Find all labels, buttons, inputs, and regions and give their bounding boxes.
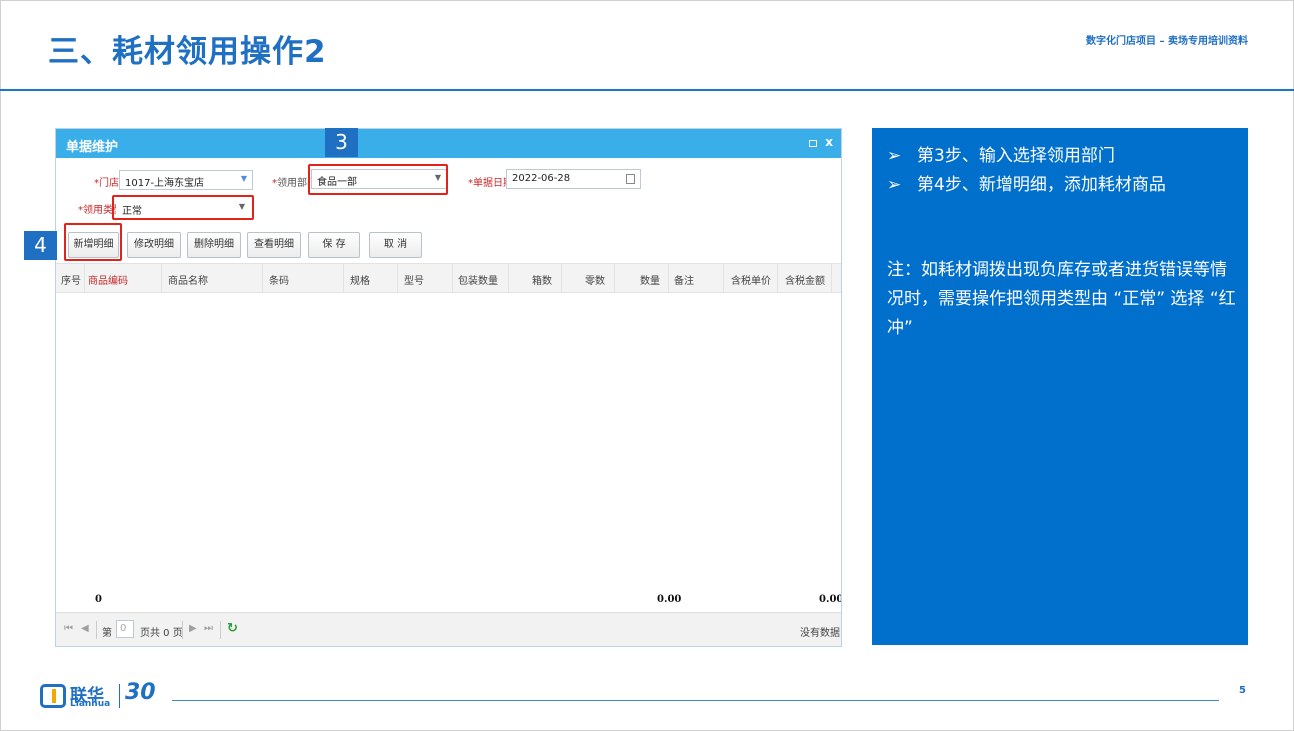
logo-en-text: Lianhua <box>70 699 111 709</box>
column-remark[interactable]: 备注 <box>674 272 694 287</box>
close-icon[interactable]: x <box>825 135 833 149</box>
slide-title: 三、耗材领用操作2 <box>48 34 327 70</box>
type-highlight <box>112 195 254 220</box>
anniversary-mark: 30 <box>125 680 156 705</box>
instruction-step-4: ➢ 第4步、新增明细，添加耗材商品 <box>887 170 1166 195</box>
slide-subtitle: 数字化门店项目 – 卖场专用培训资料 <box>1086 36 1248 47</box>
column-amount[interactable]: 含税金额 <box>785 272 825 287</box>
title-divider <box>0 89 1294 91</box>
store-select-value: 1017-上海东宝店 <box>125 178 205 189</box>
page-number-input[interactable]: 0 <box>116 620 134 638</box>
column-divider <box>343 264 344 292</box>
pager-divider <box>220 621 221 639</box>
column-divider <box>262 264 263 292</box>
first-page-icon[interactable]: ⏮ <box>64 623 73 634</box>
column-divider <box>397 264 398 292</box>
save-button[interactable]: 保 存 <box>308 232 360 258</box>
date-field-value: 2022-06-28 <box>512 173 571 184</box>
column-unit-price[interactable]: 含税单价 <box>731 272 771 287</box>
instruction-step-3-text: 第3步、输入选择领用部门 <box>917 146 1115 166</box>
column-divider <box>452 264 453 292</box>
page-number: 5 <box>1239 685 1246 696</box>
column-divider <box>668 264 669 292</box>
store-select[interactable]: 1017-上海东宝店 ▼ <box>119 170 253 190</box>
add-detail-highlight <box>64 223 122 261</box>
refresh-icon[interactable]: ↻ <box>227 621 238 636</box>
step-3-badge: 3 <box>325 128 358 157</box>
instruction-step-4-text: 第4步、新增明细，添加耗材商品 <box>917 175 1166 195</box>
window-title: 单据维护 <box>66 140 119 155</box>
column-divider <box>831 264 832 292</box>
next-page-icon[interactable]: ▶ <box>189 623 197 634</box>
department-highlight <box>308 164 448 195</box>
summary-amount: 0.00 <box>819 594 842 605</box>
column-item-name[interactable]: 商品名称 <box>168 272 208 287</box>
column-quantity[interactable]: 数量 <box>640 272 660 287</box>
cancel-button[interactable]: 取 消 <box>369 232 422 258</box>
grid-header: 序号 商品编码 商品名称 条码 规格 型号 包装数量 箱数 零数 数量 备注 含… <box>56 263 841 293</box>
step-4-badge: 4 <box>24 231 57 260</box>
column-divider <box>614 264 615 292</box>
column-item-code[interactable]: 商品编码 <box>88 272 128 287</box>
pager-divider <box>96 621 97 639</box>
delete-detail-button[interactable]: 删除明细 <box>187 232 241 258</box>
column-barcode[interactable]: 条码 <box>269 272 289 287</box>
date-field[interactable]: 2022-06-28 <box>506 169 641 189</box>
view-detail-button[interactable]: 查看明细 <box>247 232 301 258</box>
edit-detail-button[interactable]: 修改明细 <box>127 232 181 258</box>
column-divider <box>777 264 778 292</box>
summary-quantity: 0.00 <box>657 594 682 605</box>
instruction-step-3: ➢ 第3步、输入选择领用部门 <box>887 141 1115 166</box>
window-titlebar: 单据维护 x <box>56 129 841 158</box>
column-units[interactable]: 零数 <box>585 272 605 287</box>
column-model[interactable]: 型号 <box>404 272 424 287</box>
document-maintenance-window: 单据维护 x *门店: 1017-上海东宝店 ▼ *食品一部领用部门 食品一部 … <box>55 128 842 647</box>
arrow-bullet-icon: ➢ <box>887 146 902 166</box>
column-divider <box>161 264 162 292</box>
column-divider <box>508 264 509 292</box>
chevron-down-icon: ▼ <box>240 174 247 183</box>
footer-divider <box>172 700 1219 701</box>
logo-separator <box>119 684 120 708</box>
pagination-bar: ⏮ ◀ 第 0 页共 0 页 ▶ ⏭ ↻ 没有数据 <box>56 612 841 646</box>
page-total-text: 页共 0 页 <box>140 628 183 639</box>
instruction-remark: 注：如耗材调拨出现负库存或者进货错误等情况时，需要操作把领用类型由 “正常” 选… <box>887 260 1236 338</box>
column-pack-qty[interactable]: 包装数量 <box>458 272 498 287</box>
last-page-icon[interactable]: ⏭ <box>204 623 213 634</box>
no-data-text: 没有数据 <box>800 628 840 639</box>
summary-count: 0 <box>95 594 102 605</box>
pager-divider <box>182 621 183 639</box>
page-prefix: 第 <box>102 628 112 639</box>
instruction-panel: ➢ 第3步、输入选择领用部门 ➢ 第4步、新增明细，添加耗材商品 注：如耗材调拨出现… <box>872 128 1248 645</box>
calendar-icon[interactable] <box>626 174 635 184</box>
column-divider <box>723 264 724 292</box>
column-divider <box>84 264 85 292</box>
lianhua-logo-icon <box>40 684 66 708</box>
column-divider <box>561 264 562 292</box>
arrow-bullet-icon: ➢ <box>887 175 902 195</box>
column-seq[interactable]: 序号 <box>61 272 81 287</box>
prev-page-icon[interactable]: ◀ <box>81 623 89 634</box>
maximize-icon[interactable] <box>809 140 817 147</box>
column-cases[interactable]: 箱数 <box>532 272 552 287</box>
column-spec[interactable]: 规格 <box>350 272 370 287</box>
